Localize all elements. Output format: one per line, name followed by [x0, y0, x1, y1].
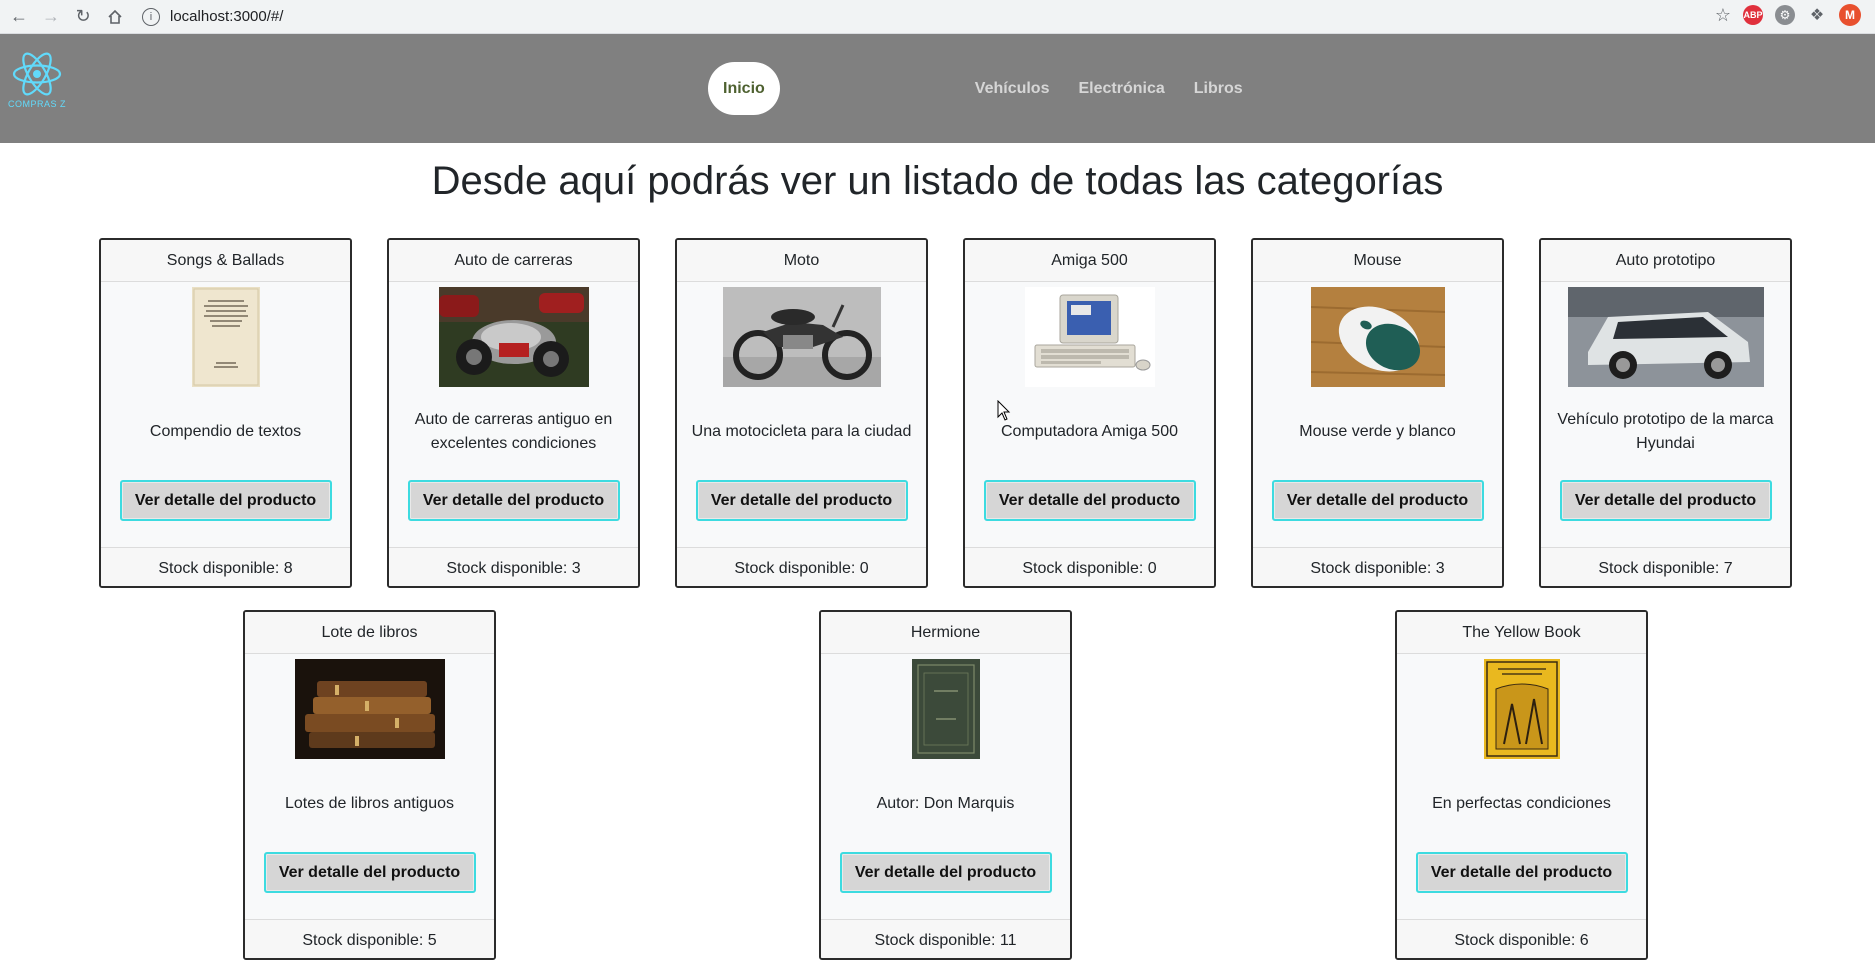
stock-text: Stock disponible: 0 [965, 547, 1214, 586]
product-card: Mouse Mouse verde y blanco Ver detalle d… [1251, 238, 1504, 588]
adblock-extension-icon[interactable]: ABP [1743, 5, 1763, 25]
product-card: The Yellow Book En perfectas condiciones… [1395, 610, 1648, 960]
nav-item-libros[interactable]: Libros [1194, 80, 1243, 98]
mouse-cursor-icon [997, 400, 1011, 421]
card-title: The Yellow Book [1397, 612, 1646, 654]
url-text: localhost:3000/#/ [170, 8, 284, 25]
card-title: Hermione [821, 612, 1070, 654]
stock-text: Stock disponible: 11 [821, 919, 1070, 958]
mouse-icon [1310, 287, 1445, 387]
product-card: Auto prototipo Vehículo prototipo de la … [1539, 238, 1792, 588]
back-icon[interactable]: ← [6, 4, 32, 30]
reload-icon[interactable]: ↻ [70, 4, 96, 30]
stock-text: Stock disponible: 8 [101, 547, 350, 586]
card-title: Moto [677, 240, 926, 282]
card-description: Compendio de textos [149, 423, 302, 440]
concept-car-icon [1567, 287, 1764, 387]
card-title: Auto prototipo [1541, 240, 1790, 282]
view-detail-button[interactable]: Ver detalle del producto [1415, 852, 1628, 893]
site-info-icon[interactable]: i [142, 7, 160, 26]
page-title: Desde aquí podrás ver un listado de toda… [431, 159, 1444, 203]
product-card: Songs & Ballads Compendio de textos Ver … [99, 238, 352, 588]
card-title: Lote de libros [245, 612, 494, 654]
gear-extension-icon[interactable]: ⚙ [1775, 5, 1795, 25]
extensions-puzzle-icon[interactable]: ❖ [1807, 5, 1827, 25]
address-bar[interactable]: i localhost:3000/#/ [142, 3, 1722, 30]
product-card: Auto de carreras Auto de carreras antigu… [387, 238, 640, 588]
bookmark-star-icon[interactable]: ☆ [1715, 5, 1731, 26]
card-description: Mouse verde y blanco [1299, 423, 1456, 440]
profile-avatar[interactable]: M [1839, 4, 1861, 26]
card-title: Amiga 500 [965, 240, 1214, 282]
view-detail-button[interactable]: Ver detalle del producto [119, 480, 332, 521]
nav-item-inicio[interactable]: Inicio [708, 62, 780, 115]
stock-text: Stock disponible: 3 [389, 547, 638, 586]
view-detail-button[interactable]: Ver detalle del producto [695, 480, 908, 521]
card-title: Auto de carreras [389, 240, 638, 282]
book-cover-icon [191, 287, 260, 387]
app-header: COMPRAS Z Inicio Vehículos Electrónica L… [0, 34, 1875, 143]
home-icon[interactable] [102, 4, 128, 30]
app-logo[interactable]: COMPRAS Z [6, 52, 68, 109]
card-description: Autor: Don Marquis [876, 795, 1015, 812]
motorcycle-icon [722, 287, 881, 387]
nav-item-electronica[interactable]: Electrónica [1078, 80, 1164, 98]
view-detail-button[interactable]: Ver detalle del producto [983, 480, 1196, 521]
view-detail-button[interactable]: Ver detalle del producto [1559, 480, 1772, 521]
card-title: Mouse [1253, 240, 1502, 282]
stock-text: Stock disponible: 7 [1541, 547, 1790, 586]
yellow-book-icon [1483, 659, 1560, 759]
browser-toolbar: ← → ↻ i localhost:3000/#/ ☆ ABP ⚙ ❖ M [0, 0, 1875, 34]
card-description: Lotes de libros antiguos [285, 795, 454, 812]
card-description: Vehículo prototipo de la marca Hyundai [1557, 411, 1774, 452]
react-atom-icon [12, 52, 62, 96]
stock-text: Stock disponible: 0 [677, 547, 926, 586]
green-book-icon [911, 659, 980, 759]
view-detail-button[interactable]: Ver detalle del producto [839, 852, 1052, 893]
card-title: Songs & Ballads [101, 240, 350, 282]
view-detail-button[interactable]: Ver detalle del producto [407, 480, 620, 521]
product-card: Moto Una motocicleta para la ciudad Ver … [675, 238, 928, 588]
card-description: En perfectas condiciones [1432, 795, 1611, 812]
product-card: Hermione Autor: Don Marquis Ver detalle … [819, 610, 1072, 960]
race-car-icon [438, 287, 589, 387]
stock-text: Stock disponible: 6 [1397, 919, 1646, 958]
stock-text: Stock disponible: 3 [1253, 547, 1502, 586]
card-description: Auto de carreras antiguo en excelentes c… [414, 411, 613, 452]
view-detail-button[interactable]: Ver detalle del producto [1271, 480, 1484, 521]
computer-icon [1024, 287, 1155, 387]
main-nav: Inicio Vehículos Electrónica Libros [708, 62, 1243, 115]
logo-text: COMPRAS Z [7, 99, 66, 109]
product-card: Lote de libros Lotes de libros antiguos … [243, 610, 496, 960]
view-detail-button[interactable]: Ver detalle del producto [263, 852, 476, 893]
nav-item-vehiculos[interactable]: Vehículos [975, 80, 1050, 98]
books-stack-icon [294, 659, 445, 759]
forward-icon[interactable]: → [38, 4, 64, 30]
card-description: Una motocicleta para la ciudad [691, 423, 912, 440]
stock-text: Stock disponible: 5 [245, 919, 494, 958]
